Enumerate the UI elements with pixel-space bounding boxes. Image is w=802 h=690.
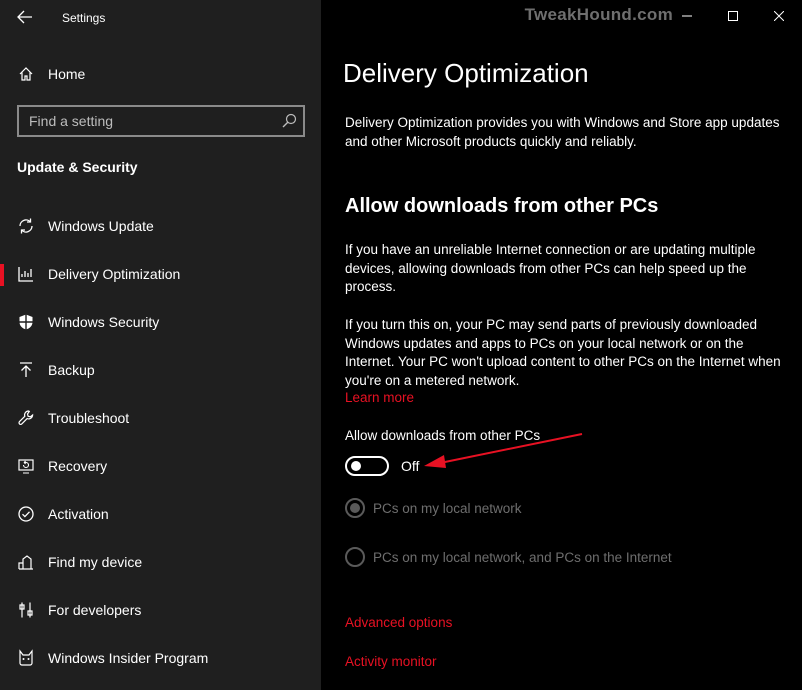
section-heading: Update & Security [17,159,138,175]
unreliable-connection-text: If you have an unreliable Internet conne… [345,242,756,294]
radio-label: PCs on my local network, and PCs on the … [373,549,672,565]
sidebar-item-label: Delivery Optimization [48,266,181,282]
sidebar-item-label: Recovery [48,458,108,474]
home-link[interactable]: Home [0,52,321,96]
allow-downloads-toggle[interactable] [345,456,389,476]
active-indicator [0,264,4,286]
minimize-button[interactable] [664,0,710,32]
radio-button[interactable] [345,498,365,518]
insider-cat-icon [15,647,37,669]
radio-button[interactable] [345,547,365,567]
watermark: TweakHound.com [524,5,673,24]
sidebar-item-delivery-optimization[interactable]: Delivery Optimization [0,252,321,296]
maximize-icon [728,11,738,21]
sidebar-item-label: Windows Security [48,314,160,330]
sidebar-item-windows-update[interactable]: Windows Update [0,204,321,248]
search-icon[interactable] [281,113,297,129]
find-device-icon [15,551,37,573]
home-icon [15,63,37,85]
sidebar-item-label: Troubleshoot [48,410,130,426]
sidebar-item-find-my-device[interactable]: Find my device [0,540,321,584]
learn-more-link[interactable]: Learn more [345,390,414,405]
sidebar: Settings Home Update & Security Windows … [0,0,321,690]
titlebar-left: Settings [0,0,321,34]
main-content: TweakHound.com Delivery Optimization Del… [321,0,802,690]
close-button[interactable] [756,0,802,32]
search-box[interactable] [17,105,305,137]
recovery-icon [15,455,37,477]
backup-upload-icon [15,359,37,381]
upload-explanation-text: If you turn this on, your PC may send pa… [345,317,781,388]
allow-downloads-heading: Allow downloads from other PCs [345,195,659,217]
check-circle-icon [15,503,37,525]
page-title: Delivery Optimization [343,58,589,88]
minimize-icon [682,15,692,17]
sidebar-item-for-developers[interactable]: For developers [0,588,321,632]
developer-tools-icon [15,599,37,621]
sidebar-item-label: Find my device [48,554,143,570]
sidebar-item-label: Windows Insider Program [48,650,209,666]
sidebar-item-label: Backup [48,362,95,378]
app-title: Settings [62,11,106,25]
maximize-button[interactable] [710,0,756,32]
sidebar-item-recovery[interactable]: Recovery [0,444,321,488]
sidebar-item-windows-insider-program[interactable]: Windows Insider Program [0,636,321,680]
radio-local-network[interactable]: PCs on my local network [345,498,522,518]
delivery-optimization-icon [15,263,37,285]
shield-icon [15,311,37,333]
sidebar-item-label: Windows Update [48,218,154,234]
sidebar-item-label: For developers [48,602,142,618]
advanced-options-link[interactable]: Advanced options [345,615,452,630]
activity-monitor-link[interactable]: Activity monitor [345,654,437,669]
back-button[interactable] [12,6,38,28]
radio-local-and-internet[interactable]: PCs on my local network, and PCs on the … [345,547,672,567]
back-arrow-icon [17,10,32,24]
wrench-icon [15,407,37,429]
sidebar-item-label: Activation [48,506,109,522]
sidebar-item-activation[interactable]: Activation [0,492,321,536]
intro-text: Delivery Optimization provides you with … [345,115,780,149]
search-input[interactable] [19,107,269,135]
sidebar-item-windows-security[interactable]: Windows Security [0,300,321,344]
sidebar-item-troubleshoot[interactable]: Troubleshoot [0,396,321,440]
sidebar-item-backup[interactable]: Backup [0,348,321,392]
radio-label: PCs on my local network [373,500,522,516]
close-icon [774,11,784,21]
toggle-knob [351,461,361,471]
home-label: Home [48,66,86,82]
sync-icon [15,215,37,237]
annotation-arrow [424,433,583,468]
